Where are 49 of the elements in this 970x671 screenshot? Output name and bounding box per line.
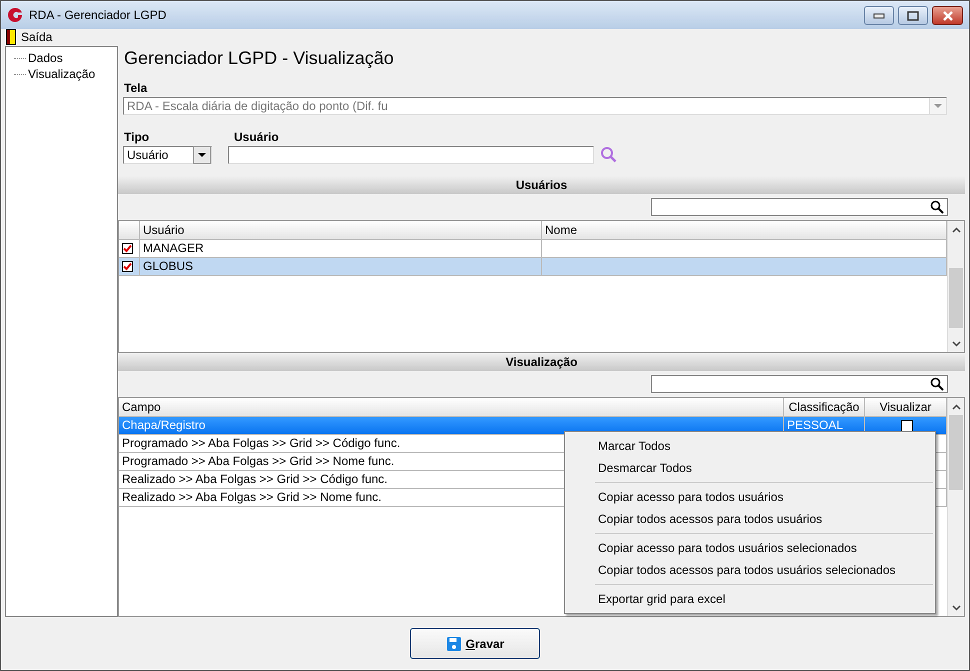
field-label: Usuário — [233, 129, 280, 146]
table-row[interactable]: Chapa/Registro PESSOAL — [119, 417, 947, 435]
minimize-icon — [873, 12, 885, 18]
scrollbar[interactable] — [947, 398, 964, 616]
search-icon — [930, 200, 944, 214]
user-field[interactable] — [228, 146, 594, 164]
scroll-down-icon[interactable] — [952, 341, 960, 347]
scrollbar[interactable] — [947, 221, 964, 352]
maximize-button[interactable] — [898, 6, 928, 25]
table-cell: PESSOAL — [787, 418, 844, 432]
column-header[interactable]: Usuário — [140, 221, 542, 239]
column-header[interactable]: Classificação — [784, 398, 865, 416]
checkbox[interactable] — [122, 261, 133, 272]
page-heading: Gerenciador LGPD - Visualização — [123, 47, 395, 70]
save-button[interactable]: Gravar — [410, 628, 540, 659]
scroll-up-icon[interactable] — [952, 404, 960, 410]
dropdown-arrow-icon — [934, 104, 942, 108]
table-row[interactable]: GLOBUS — [119, 258, 947, 276]
app-logo-icon — [7, 7, 23, 23]
table-cell: GLOBUS — [140, 258, 542, 275]
field-label: Tipo — [123, 129, 150, 146]
context-menu-item[interactable]: Copiar todos acessos para todos usuários selecionados — [565, 559, 935, 581]
context-menu-item[interactable]: Copiar todos acessos para todos usuários — [565, 508, 935, 530]
search-icon — [930, 377, 944, 391]
close-button[interactable] — [932, 6, 963, 25]
table-cell: MANAGER — [140, 240, 542, 257]
door-icon — [6, 29, 16, 45]
filter-field[interactable] — [651, 198, 948, 216]
close-icon — [942, 10, 954, 20]
section-header: Visualização — [118, 353, 965, 371]
scroll-up-icon[interactable] — [952, 227, 960, 233]
menu-item[interactable]: Saída — [6, 29, 52, 45]
checkbox[interactable] — [122, 243, 133, 254]
filter-field[interactable] — [651, 375, 948, 393]
search-icon[interactable] — [600, 146, 618, 164]
checkbox[interactable] — [901, 420, 913, 432]
column-header[interactable]: Campo — [119, 398, 784, 416]
tree-item[interactable]: Visualização — [28, 67, 96, 81]
section-header: Usuários — [118, 176, 965, 194]
tree-item[interactable]: Dados — [28, 51, 63, 65]
maximize-icon — [907, 10, 919, 20]
context-menu-item[interactable]: Exportar grid para excel — [565, 588, 935, 610]
window-title: RDA - Gerenciador LGPD — [29, 8, 166, 22]
minimize-button[interactable] — [864, 6, 894, 25]
type-dropdown[interactable]: Usuário — [123, 146, 212, 164]
dropdown-arrow-icon — [198, 153, 206, 157]
context-menu-item[interactable]: Copiar acesso para todos usuários selecionados — [565, 537, 935, 559]
field-label: Tela — [123, 80, 148, 97]
scroll-down-icon[interactable] — [952, 605, 960, 611]
